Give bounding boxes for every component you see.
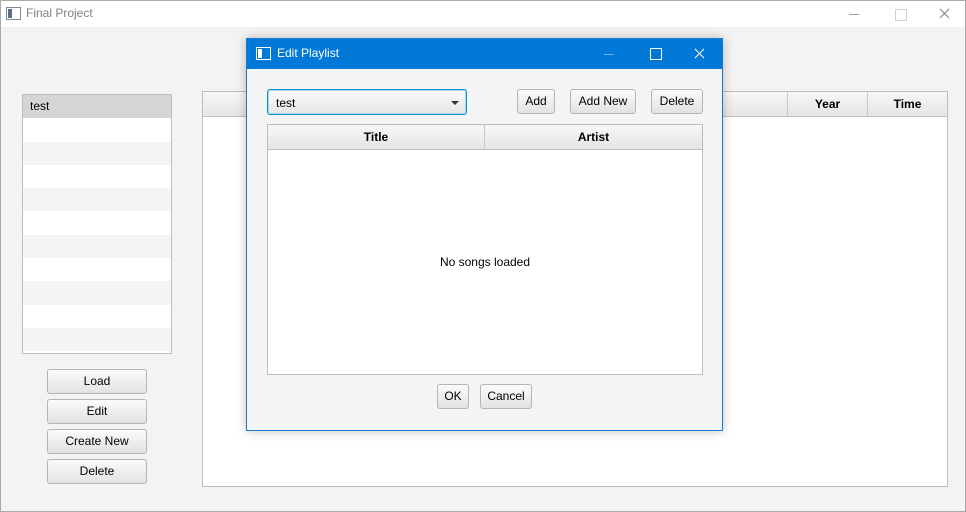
dialog-titlebar[interactable]: Edit Playlist (247, 39, 722, 69)
playlist-empty-row (23, 351, 171, 353)
edit-playlist-dialog: Edit Playlist test Add Add New Delete Ti… (246, 38, 723, 431)
playlist-empty-row (23, 234, 171, 259)
add-button[interactable]: Add (517, 89, 555, 114)
column-header-artist[interactable]: Artist (485, 125, 702, 150)
delete-playlist-button[interactable]: Delete (47, 459, 147, 484)
empty-table-placeholder: No songs loaded (439, 255, 531, 269)
window-title: Final Project (26, 6, 93, 20)
playlist-empty-row (23, 304, 171, 328)
playlist-empty-row (23, 141, 171, 165)
minimize-icon[interactable] (831, 1, 877, 27)
load-button[interactable]: Load (47, 369, 147, 394)
dialog-minimize-icon[interactable] (586, 39, 632, 69)
edit-button[interactable]: Edit (47, 399, 147, 424)
chevron-down-icon (451, 101, 459, 105)
playlist-empty-row (23, 164, 171, 189)
playlist-select-value: test (276, 96, 296, 110)
playlist-empty-row (23, 188, 171, 212)
playlist-item[interactable]: test (23, 95, 171, 119)
dialog-title: Edit Playlist (277, 46, 340, 60)
dialog-table-header: Title Artist (268, 125, 702, 150)
ok-button[interactable]: OK (437, 384, 469, 409)
delete-button[interactable]: Delete (651, 89, 703, 114)
playlist-empty-row (23, 258, 171, 282)
column-header-time[interactable]: Time (867, 92, 947, 117)
cancel-button[interactable]: Cancel (480, 384, 532, 409)
dialog-app-icon (256, 47, 271, 60)
playlist-empty-row (23, 281, 171, 305)
add-new-button[interactable]: Add New (570, 89, 636, 114)
column-header-year[interactable]: Year (787, 92, 867, 117)
main-titlebar[interactable]: Final Project (1, 1, 965, 27)
dialog-songs-table[interactable]: Title Artist No songs loaded (267, 124, 703, 375)
app-icon (6, 7, 21, 20)
dialog-maximize-icon[interactable] (632, 39, 678, 69)
playlist-select[interactable]: test (267, 89, 467, 115)
maximize-icon[interactable] (877, 1, 923, 27)
dialog-close-icon[interactable] (676, 39, 722, 69)
playlist-empty-row (23, 211, 171, 235)
column-header-title[interactable]: Title (268, 125, 485, 150)
playlist-empty-row (23, 327, 171, 352)
playlist-list[interactable]: test (22, 94, 172, 354)
playlist-empty-row (23, 118, 171, 142)
create-new-button[interactable]: Create New (47, 429, 147, 454)
close-icon[interactable] (921, 1, 966, 27)
